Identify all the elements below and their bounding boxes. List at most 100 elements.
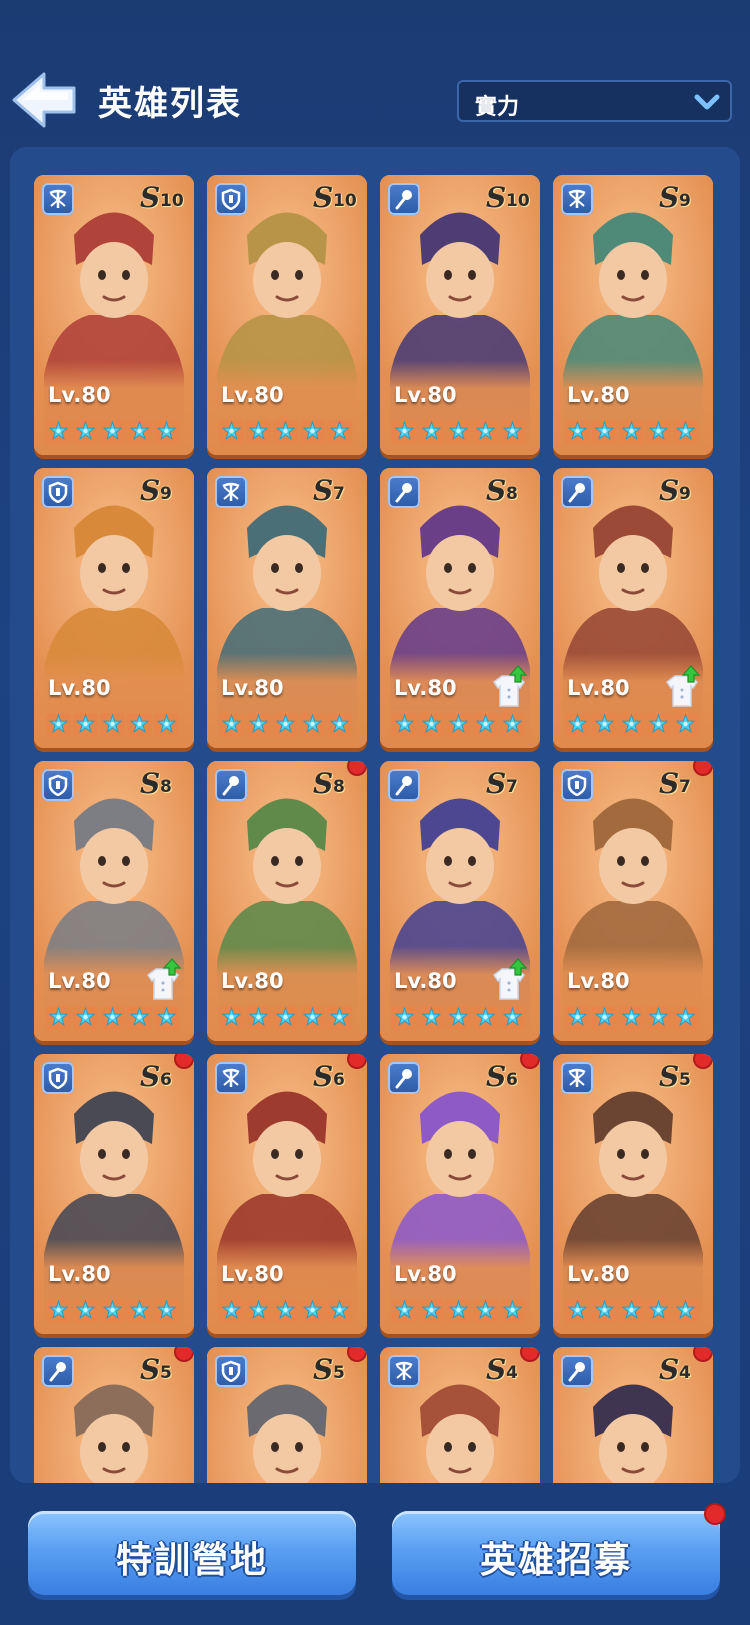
hero-card[interactable]: S 6 Lv.80 <box>34 1054 194 1334</box>
grade-letter: S <box>486 767 507 800</box>
staff-role-badge <box>388 183 420 215</box>
crossbow-role-badge <box>42 183 74 215</box>
hero-card[interactable]: S 10 Lv.80 <box>207 175 367 455</box>
star-icon <box>73 420 98 444</box>
sort-dropdown[interactable]: 實力 <box>457 80 732 122</box>
star-rating <box>219 420 359 444</box>
star-icon <box>592 420 617 444</box>
staff-role-badge <box>42 1355 74 1387</box>
grade-letter: S <box>140 767 161 800</box>
hero-list-panel[interactable]: S 10 Lv.80 S 10 Lv.80 S 10 Lv.80 S 9 Lv.80 S 9 Lv.80 S 7… <box>10 147 740 1483</box>
hero-card[interactable]: S 7 Lv.80 <box>553 761 713 1041</box>
hero-card[interactable]: S 8 Lv.80 <box>34 761 194 1041</box>
star-icon <box>592 1299 617 1323</box>
hero-card[interactable]: S 6 Lv.80 <box>380 1054 540 1334</box>
grade-number: 10 <box>333 191 357 211</box>
hero-card[interactable]: S4 <box>553 1347 713 1483</box>
star-icon <box>592 1006 617 1030</box>
crossbow-role-badge <box>561 183 593 215</box>
shield-role-badge <box>42 769 74 801</box>
hero-card[interactable]: S 9 Lv.80 <box>34 468 194 748</box>
hero-card[interactable]: S 10 Lv.80 <box>34 175 194 455</box>
hero-level: Lv.80 <box>394 383 457 407</box>
grade-letter: S <box>313 1353 334 1386</box>
hero-recruit-button[interactable]: 英雄招募 <box>392 1505 724 1595</box>
star-icon <box>673 713 698 737</box>
hero-card[interactable]: S 5 Lv.80 <box>553 1054 713 1334</box>
training-camp-button[interactable]: 特訓營地 <box>28 1511 356 1595</box>
hero-card[interactable]: S5 <box>207 1347 367 1483</box>
grade-number: 10 <box>506 191 530 211</box>
grade-number: 7 <box>506 777 518 797</box>
star-icon <box>273 713 298 737</box>
star-icon <box>419 713 444 737</box>
hero-card[interactable]: S 7 Lv.80 <box>380 761 540 1041</box>
hero-card[interactable]: S4 <box>380 1347 540 1483</box>
grade-number: 5 <box>679 1070 691 1090</box>
star-icon <box>619 1006 644 1030</box>
star-rating <box>565 713 705 737</box>
star-icon <box>154 713 179 737</box>
star-icon <box>46 713 71 737</box>
shield-role-badge <box>42 1062 74 1094</box>
hero-level: Lv.80 <box>567 676 630 700</box>
grade-letter: S <box>313 474 334 507</box>
rarity-grade: S9 <box>140 474 188 507</box>
back-button[interactable] <box>10 70 80 130</box>
star-rating <box>219 1006 359 1030</box>
hero-level: Lv.80 <box>221 383 284 407</box>
hero-level: Lv.80 <box>394 1262 457 1286</box>
star-icon <box>100 1299 125 1323</box>
star-rating <box>565 420 705 444</box>
hero-card[interactable]: S 9 Lv.80 <box>553 468 713 748</box>
star-icon <box>565 420 590 444</box>
rarity-grade: S 10 <box>140 181 188 214</box>
grade-letter: S <box>659 1353 680 1386</box>
staff-role-badge <box>388 476 420 508</box>
equipment-upgrade-icon <box>492 665 528 707</box>
grade-number: 9 <box>679 484 691 504</box>
hero-card[interactable]: S 10 Lv.80 <box>380 175 540 455</box>
star-icon <box>246 1299 271 1323</box>
star-icon <box>500 420 525 444</box>
star-icon <box>419 420 444 444</box>
crossbow-role-badge <box>388 1355 420 1387</box>
equipment-upgrade-icon <box>492 958 528 1000</box>
star-icon <box>100 713 125 737</box>
grade-letter: S <box>140 474 161 507</box>
grade-number: 5 <box>160 1363 172 1383</box>
star-icon <box>392 1006 417 1030</box>
star-icon <box>646 713 671 737</box>
hero-card[interactable]: S 8 Lv.80 <box>380 468 540 748</box>
star-icon <box>673 420 698 444</box>
star-icon <box>446 420 471 444</box>
hero-card[interactable]: S5 <box>34 1347 194 1483</box>
star-icon <box>392 420 417 444</box>
star-icon <box>392 713 417 737</box>
star-icon <box>219 713 244 737</box>
star-icon <box>646 1299 671 1323</box>
hero-card[interactable]: S 8 Lv.80 <box>207 761 367 1041</box>
hero-card[interactable]: S 6 Lv.80 <box>207 1054 367 1334</box>
hero-level: Lv.80 <box>394 676 457 700</box>
star-icon <box>565 1006 590 1030</box>
rarity-grade: S 10 <box>486 181 534 214</box>
star-icon <box>300 1006 325 1030</box>
star-icon <box>73 713 98 737</box>
sort-dropdown-value: 實力 <box>475 95 520 120</box>
star-icon <box>300 420 325 444</box>
hero-card[interactable]: S 7 Lv.80 <box>207 468 367 748</box>
shield-role-badge <box>42 476 74 508</box>
grade-number: 8 <box>333 777 345 797</box>
hero-card[interactable]: S 9 Lv.80 <box>553 175 713 455</box>
star-icon <box>273 420 298 444</box>
equipment-upgrade-icon <box>146 958 182 1000</box>
star-icon <box>246 1006 271 1030</box>
grade-letter: S <box>486 181 507 214</box>
star-icon <box>673 1006 698 1030</box>
grade-number: 4 <box>506 1363 518 1383</box>
grade-letter: S <box>659 1060 680 1093</box>
hero-level: Lv.80 <box>221 969 284 993</box>
grade-number: 6 <box>506 1070 518 1090</box>
star-icon <box>565 1299 590 1323</box>
